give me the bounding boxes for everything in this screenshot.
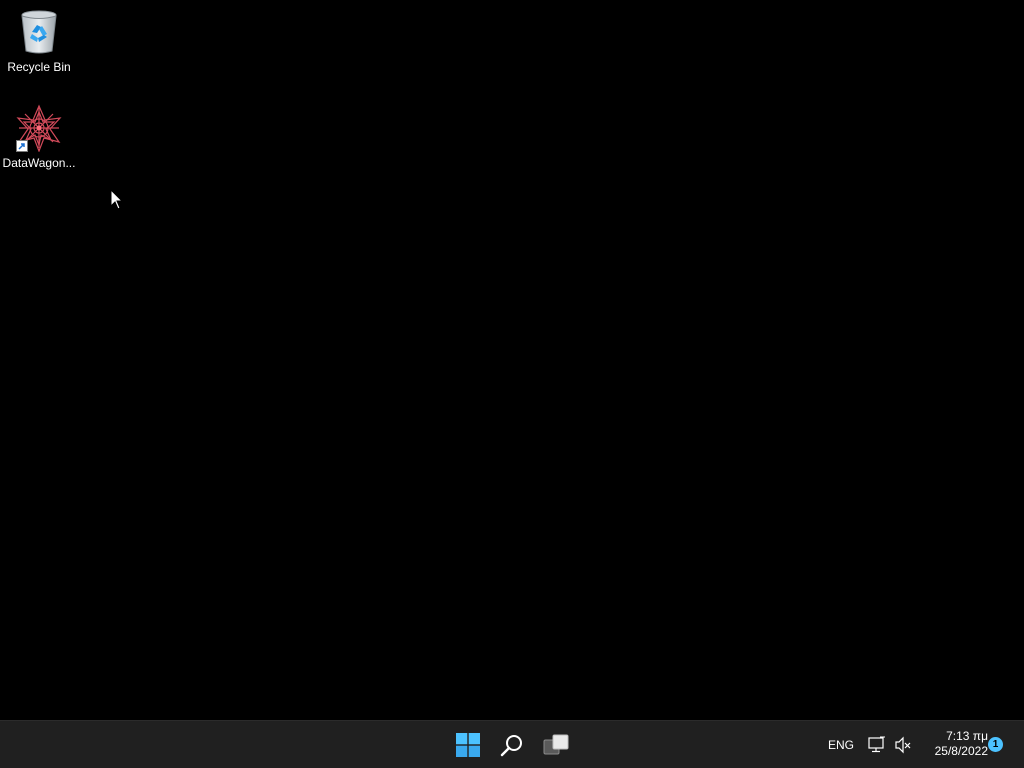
start-button[interactable] bbox=[448, 725, 488, 765]
notification-badge[interactable]: 1 bbox=[988, 737, 1003, 752]
task-view-button[interactable] bbox=[536, 725, 576, 765]
volume-muted-icon[interactable] bbox=[894, 736, 912, 754]
search-button[interactable] bbox=[492, 725, 532, 765]
task-view-icon bbox=[543, 734, 569, 756]
mouse-pointer-icon bbox=[110, 188, 124, 211]
clock-time: 7:13 πμ bbox=[946, 729, 988, 743]
desktop-icon-datawagon[interactable]: DataWagon... bbox=[1, 104, 77, 170]
taskbar: ENG 7:13 πμ 25/8/2022 1 bbox=[0, 720, 1024, 768]
clock-date: 25/8/2022 bbox=[934, 744, 988, 758]
desktop-icon-label: DataWagon... bbox=[2, 156, 76, 170]
desktop[interactable]: Recycle Bin DataWagon... bbox=[0, 0, 1024, 720]
recycle-bin-icon bbox=[15, 8, 63, 56]
network-icon[interactable] bbox=[868, 736, 886, 754]
desktop-icon-recycle-bin[interactable]: Recycle Bin bbox=[1, 8, 77, 74]
clock[interactable]: 7:13 πμ 25/8/2022 bbox=[918, 729, 988, 759]
search-icon bbox=[500, 733, 524, 757]
datawagon-app-icon bbox=[15, 104, 63, 152]
shortcut-arrow-icon bbox=[16, 140, 28, 152]
language-indicator[interactable]: ENG bbox=[828, 738, 854, 752]
windows-logo-icon bbox=[456, 733, 480, 757]
desktop-icon-label: Recycle Bin bbox=[7, 60, 71, 74]
